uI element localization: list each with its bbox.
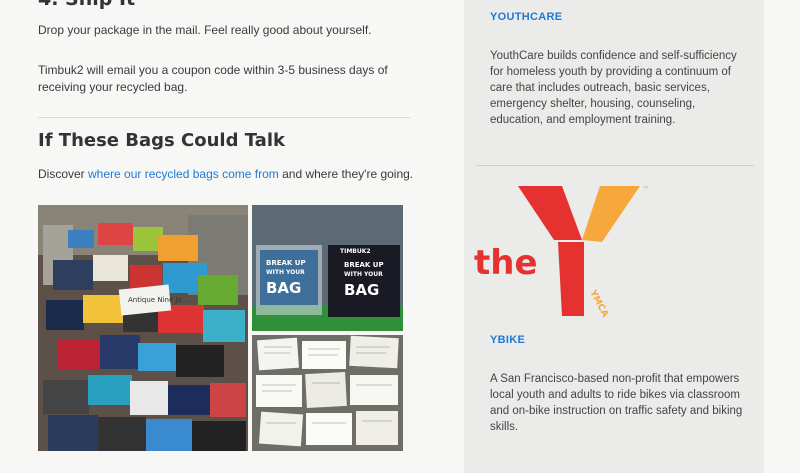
ybike-label: YBIKE [490,334,526,346]
handwritten-notes-photo [252,335,403,451]
svg-text:BAG: BAG [344,281,379,299]
discover-suffix: and where they're going. [278,167,414,181]
photo-brand-label: TIMBUK2 [340,248,371,255]
ybike-description: A San Francisco-based non-profit that em… [490,373,743,433]
svg-text:BREAK UP: BREAK UP [344,261,384,269]
svg-text:BAG: BAG [266,279,301,297]
coupon-info: Timbuk2 will email you a coupon code wit… [38,63,388,94]
ymca-logo-the: the [474,243,538,283]
ymca-logo: the ™ YMCA [474,185,650,319]
youthcare-label: YOUTHCARE [490,11,563,23]
recycled-bags-pile-photo: Antique Nine Jo... [38,205,248,451]
ship-instructions: Drop your package in the mail. Feel real… [38,23,372,37]
recycled-bags-link[interactable]: where our recycled bags come from [88,167,279,181]
break-up-bag-sign-photo: TIMBUK2 BREAK UP WITH YOUR BAG BREAK UP … [252,205,403,331]
photo-note: Antique Nine Jo... [128,296,188,304]
step-heading: 4. Ship It [38,0,135,10]
ymca-logo-brand: YMCA [587,288,610,319]
discover-prefix: Discover [38,167,89,181]
section-divider [38,117,410,118]
svg-text:WITH YOUR: WITH YOUR [266,269,305,276]
discover-text: Discover where our recycled bags come fr… [38,166,418,183]
svg-text:BREAK UP: BREAK UP [266,259,306,267]
ymca-tm: ™ [642,185,650,194]
sidebar-divider [476,165,754,166]
youthcare-description: YouthCare builds confidence and self-suf… [490,50,737,126]
section-heading: If These Bags Could Talk [38,130,285,151]
svg-text:WITH YOUR: WITH YOUR [344,271,383,278]
